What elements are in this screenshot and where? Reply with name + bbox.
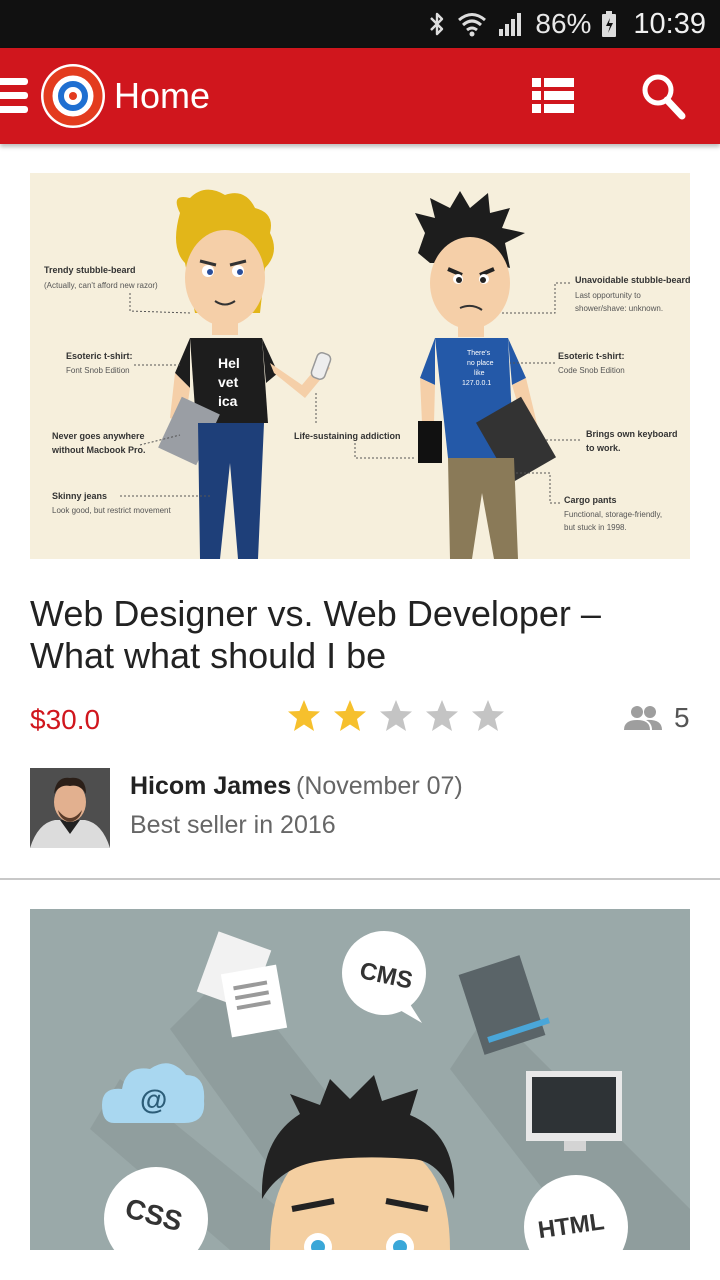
course-thumbnail[interactable]: Hel vet ica There's no place like 127.0.… xyxy=(30,173,690,559)
signal-icon xyxy=(499,13,522,36)
battery-icon xyxy=(602,11,617,37)
svg-text:ica: ica xyxy=(218,393,238,409)
svg-text:but stuck in 1998.: but stuck in 1998. xyxy=(564,523,627,532)
svg-text:shower/shave: unknown.: shower/shave: unknown. xyxy=(575,304,663,313)
svg-text:Code Snob Edition: Code Snob Edition xyxy=(558,366,625,375)
rating-stars xyxy=(286,698,506,734)
author-name[interactable]: Hicom James xyxy=(130,772,291,801)
course-card[interactable]: CMS @ CSS HTML xyxy=(0,880,720,1280)
course-thumbnail[interactable]: CMS @ CSS HTML xyxy=(30,909,690,1250)
wifi-icon xyxy=(458,13,487,37)
svg-text:127.0.0.1: 127.0.0.1 xyxy=(462,380,491,387)
svg-text:Never goes anywhere: Never goes anywhere xyxy=(52,431,145,441)
course-title[interactable]: Web Designer vs. Web Developer – What wh… xyxy=(30,593,694,677)
battery-percent: 86% xyxy=(535,8,592,39)
web-developer-illustration: CMS @ CSS HTML xyxy=(30,909,690,1250)
svg-text:Hel: Hel xyxy=(218,355,240,371)
svg-text:without Macbook Pro.: without Macbook Pro. xyxy=(51,445,146,455)
svg-text:Font Snob Edition: Font Snob Edition xyxy=(66,366,130,375)
svg-text:like: like xyxy=(474,370,485,377)
svg-text:Last opportunity to: Last opportunity to xyxy=(575,291,641,300)
app-bar: Home xyxy=(0,48,720,144)
star-icon xyxy=(426,700,458,731)
svg-text:Look good, but restrict moveme: Look good, but restrict movement xyxy=(52,506,172,515)
svg-text:Trendy stubble-beard: Trendy stubble-beard xyxy=(44,265,136,275)
svg-text:Cargo pants: Cargo pants xyxy=(564,495,617,505)
star-icon xyxy=(380,700,412,731)
star-icon xyxy=(472,700,504,731)
svg-text:Skinny jeans: Skinny jeans xyxy=(52,491,107,501)
app-logo[interactable] xyxy=(40,63,106,129)
svg-text:Esoteric t-shirt:: Esoteric t-shirt: xyxy=(558,351,625,361)
svg-text:Esoteric t-shirt:: Esoteric t-shirt: xyxy=(66,351,133,361)
course-card[interactable]: Hel vet ica There's no place like 127.0.… xyxy=(0,144,720,880)
svg-text:There's: There's xyxy=(467,350,491,357)
search-icon[interactable] xyxy=(640,72,686,120)
svg-text:Functional, storage-friendly,: Functional, storage-friendly, xyxy=(564,510,662,519)
svg-text:to work.: to work. xyxy=(586,443,621,453)
designer-vs-developer-illustration: Hel vet ica There's no place like 127.0.… xyxy=(30,173,690,559)
page-title: Home xyxy=(114,75,211,116)
members-count-group: 5 xyxy=(624,702,690,734)
members-count: 5 xyxy=(674,702,690,733)
list-view-icon[interactable] xyxy=(532,78,574,114)
course-price: $30.0 xyxy=(30,704,101,735)
svg-text:Brings own keyboard: Brings own keyboard xyxy=(586,429,678,439)
svg-text:vet: vet xyxy=(218,374,239,390)
status-bar: 86% 10:39 xyxy=(0,0,720,48)
star-icon xyxy=(334,700,366,731)
author-subtitle: Best seller in 2016 xyxy=(130,811,336,839)
star-icon xyxy=(288,700,320,731)
menu-icon[interactable] xyxy=(0,78,30,114)
members-icon xyxy=(624,706,662,730)
author-date: (November 07) xyxy=(296,772,463,800)
svg-text:(Actually, can't afford new ra: (Actually, can't afford new razor) xyxy=(44,281,158,290)
svg-text:Life-sustaining addiction: Life-sustaining addiction xyxy=(294,431,401,441)
monitor-graphic xyxy=(526,1071,622,1151)
bluetooth-icon xyxy=(430,12,444,36)
avatar[interactable] xyxy=(30,768,110,848)
svg-text:Unavoidable stubble-beard: Unavoidable stubble-beard xyxy=(575,275,690,285)
svg-text:@: @ xyxy=(140,1084,167,1115)
clock: 10:39 xyxy=(633,7,706,40)
svg-text:no place: no place xyxy=(467,360,494,367)
